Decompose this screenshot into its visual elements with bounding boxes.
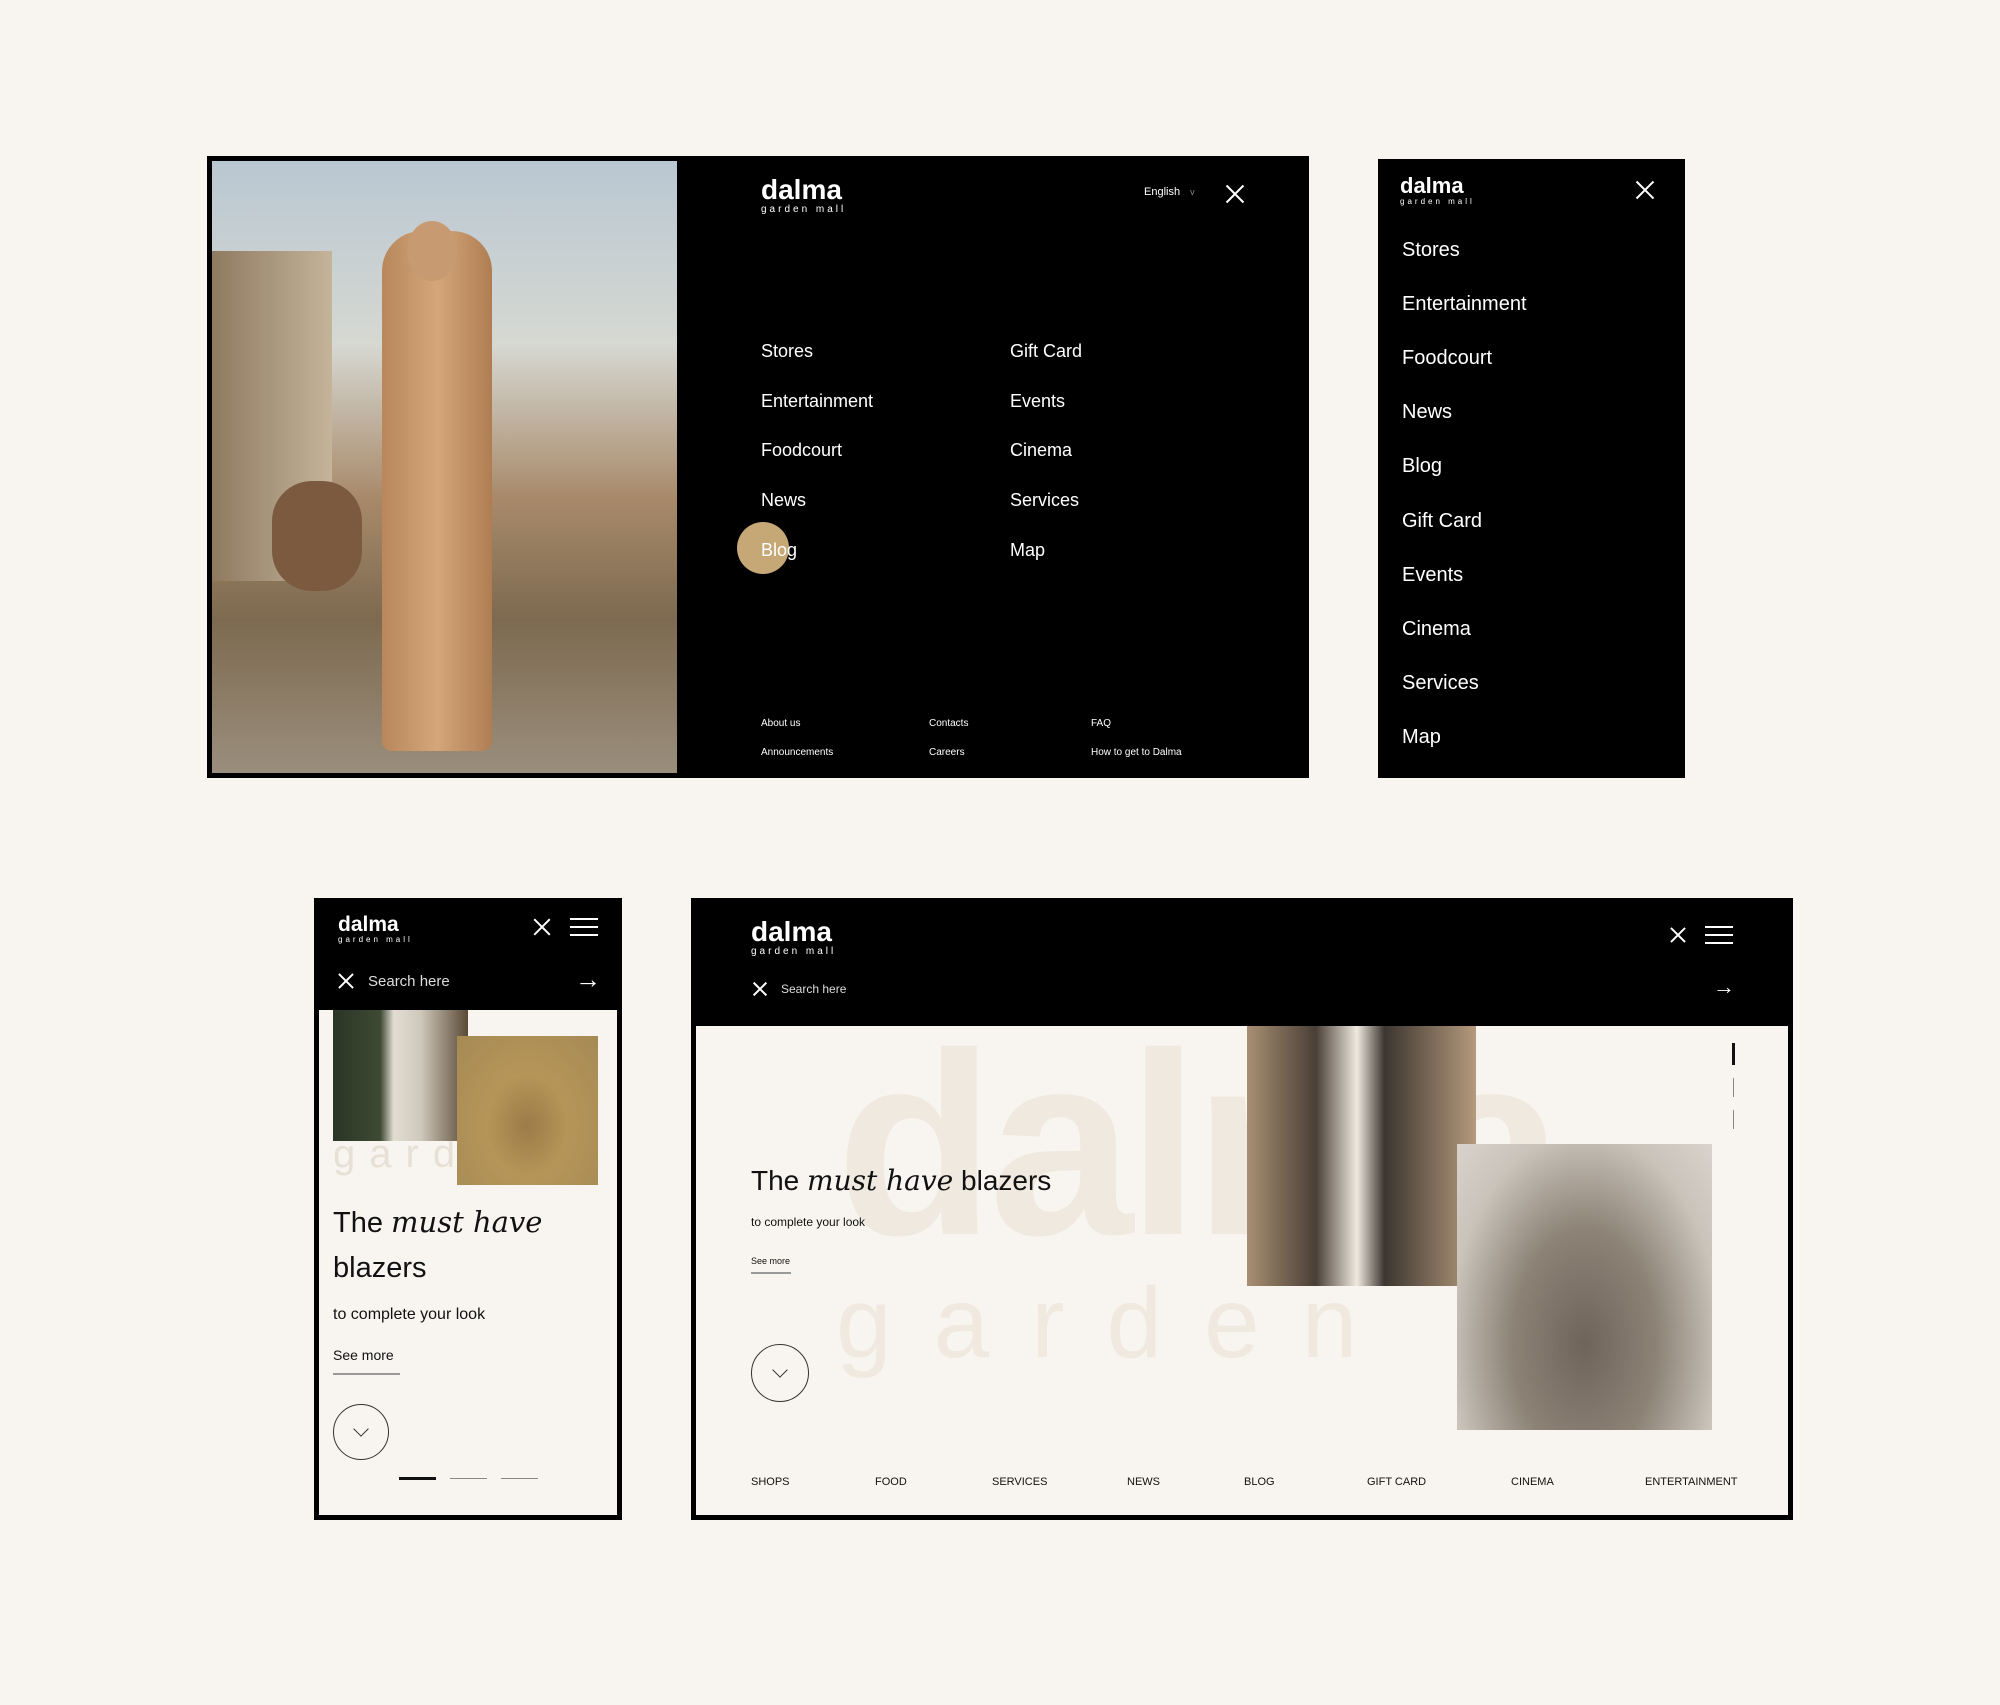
hero-subtitle: to complete your look: [333, 1306, 486, 1323]
nav-services[interactable]: SERVICES: [992, 1476, 1047, 1488]
nav-shops[interactable]: SHOPS: [751, 1476, 790, 1488]
hero-subtitle: to complete your look: [751, 1215, 866, 1229]
hero-photo-coat: [212, 161, 677, 773]
scroll-down-button[interactable]: [333, 1404, 389, 1460]
menu-item[interactable]: Gift Card: [1010, 341, 1082, 362]
menu-item[interactable]: Entertainment: [1402, 293, 1527, 316]
desktop-home-frame: dalma garden mall → dalma garden m The m…: [691, 898, 1793, 1520]
close-icon[interactable]: [1668, 925, 1688, 945]
mobile-home-frame: dalma garden mall → garden The must have…: [314, 898, 622, 1520]
language-select[interactable]: English v: [1144, 186, 1195, 198]
hero-section: garden The must have blazers to complete …: [319, 1010, 617, 1515]
slide-indicator-active[interactable]: [399, 1477, 436, 1480]
desktop-menu-frame: dalma garden mall English v Stores Entert…: [207, 156, 1309, 778]
menu-item[interactable]: Map: [1402, 726, 1441, 749]
footer-link[interactable]: Contacts: [929, 718, 968, 729]
blazer-photo-man: [1457, 1144, 1712, 1430]
slide-indicator[interactable]: [450, 1478, 487, 1479]
blazer-photo-woman: [1247, 1026, 1476, 1286]
chevron-down-icon: v: [1190, 187, 1195, 197]
menu-item[interactable]: Map: [1010, 540, 1045, 561]
menu-item[interactable]: Stores: [761, 341, 813, 362]
hero-section: dalma garden m The must have blazers to …: [696, 1026, 1788, 1515]
menu-item[interactable]: Events: [1010, 391, 1065, 412]
see-more-link[interactable]: See more: [333, 1347, 400, 1375]
nav-food[interactable]: FOOD: [875, 1476, 907, 1488]
slide-indicator[interactable]: [1733, 1110, 1734, 1129]
slide-indicator-active[interactable]: [1732, 1043, 1735, 1065]
footer-link[interactable]: How to get to Dalma: [1091, 747, 1182, 758]
clear-search-icon[interactable]: [751, 980, 769, 998]
menu-item[interactable]: Stores: [1402, 239, 1460, 262]
slide-indicator[interactable]: [1733, 1078, 1734, 1097]
footer-link[interactable]: FAQ: [1091, 718, 1111, 729]
clear-search-icon[interactable]: [336, 971, 356, 991]
slide-indicator[interactable]: [501, 1478, 538, 1479]
close-icon[interactable]: [1633, 178, 1657, 202]
search-submit-arrow-icon[interactable]: →: [575, 964, 601, 995]
search-input[interactable]: [781, 979, 981, 999]
blazer-photo-woman: [333, 1010, 468, 1141]
menu-item[interactable]: Services: [1010, 490, 1079, 511]
menu-item[interactable]: Events: [1402, 564, 1463, 587]
menu-item[interactable]: Entertainment: [761, 391, 873, 412]
search-input[interactable]: [368, 969, 548, 993]
search-submit-arrow-icon[interactable]: →: [1713, 974, 1735, 1000]
nav-gift-card[interactable]: GIFT CARD: [1367, 1476, 1426, 1488]
menu-item[interactable]: News: [761, 490, 806, 511]
hero-title: The must have blazers: [333, 1205, 543, 1284]
nav-cinema[interactable]: CINEMA: [1511, 1476, 1554, 1488]
footer-link[interactable]: Careers: [929, 747, 965, 758]
logo[interactable]: dalma garden mall: [1400, 175, 1475, 207]
menu-item[interactable]: Cinema: [1402, 618, 1471, 641]
menu-item[interactable]: Cinema: [1010, 440, 1072, 461]
menu-item[interactable]: Foodcourt: [761, 440, 842, 461]
nav-entertainment[interactable]: ENTERTAINMENT: [1645, 1476, 1738, 1488]
logo[interactable]: dalma garden mall: [338, 914, 413, 945]
menu-item[interactable]: News: [1402, 401, 1452, 424]
menu-item[interactable]: Foodcourt: [1402, 347, 1492, 370]
logo[interactable]: dalma garden mall: [751, 918, 836, 958]
scroll-down-button[interactable]: [751, 1344, 809, 1402]
mobile-menu-frame: dalma garden mall Stores Entertainment F…: [1378, 159, 1685, 778]
nav-news[interactable]: NEWS: [1127, 1476, 1160, 1488]
blazer-photo-man: [457, 1036, 598, 1185]
menu-item[interactable]: Blog: [761, 540, 797, 561]
menu-item[interactable]: Gift Card: [1402, 510, 1482, 533]
footer-link[interactable]: About us: [761, 718, 800, 729]
menu-item[interactable]: Services: [1402, 672, 1479, 695]
close-icon[interactable]: [531, 916, 553, 938]
nav-blog[interactable]: BLOG: [1244, 1476, 1275, 1488]
close-icon[interactable]: [1223, 182, 1247, 206]
footer-link[interactable]: Announcements: [761, 747, 833, 758]
hero-title: The must have blazers: [751, 1164, 1052, 1197]
hamburger-menu-icon[interactable]: [1705, 926, 1733, 944]
menu-item[interactable]: Blog: [1402, 455, 1442, 478]
logo[interactable]: dalma garden mall: [761, 176, 846, 216]
see-more-link[interactable]: See more: [751, 1256, 791, 1274]
hamburger-menu-icon[interactable]: [570, 918, 598, 936]
